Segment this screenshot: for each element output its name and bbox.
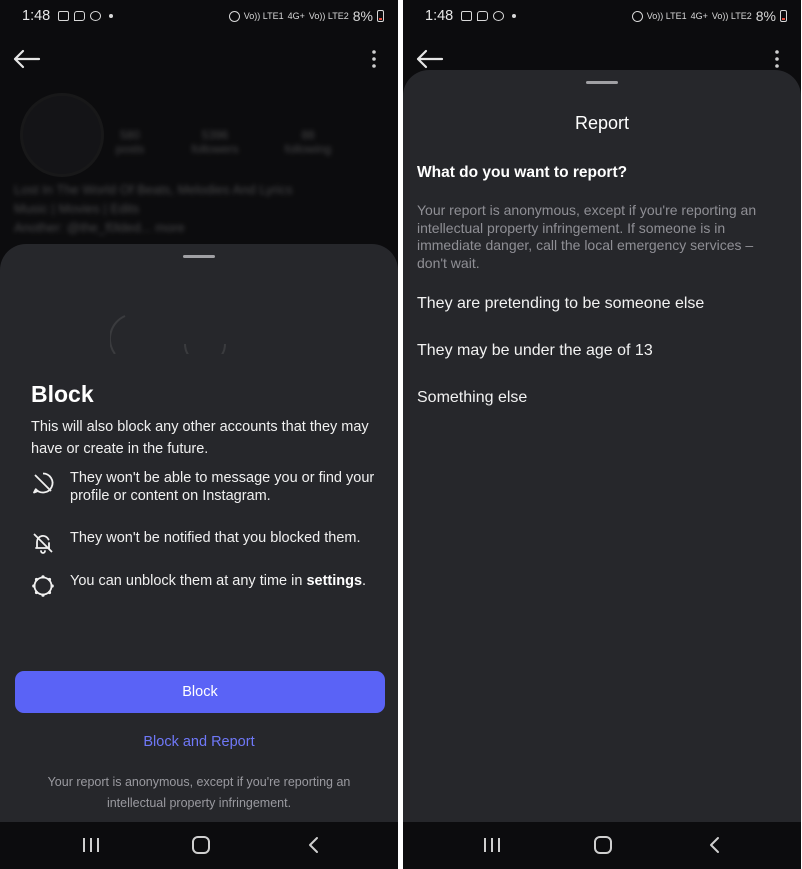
status-bar: 1:48 Vo)) LTE1 4G+ Vo)) LTE2 8% [403,0,801,32]
status-bar: 1:48 Vo)) LTE1 4G+ Vo)) LTE2 8% [0,0,398,32]
sheet-title: Report [574,113,630,133]
report-question: What do you want to report? [417,164,628,181]
bio-line: Music | Movies | Edits [14,201,140,216]
notification-off-icon [33,533,53,554]
back-chevron-icon[interactable] [303,835,325,855]
sheet-drag-handle[interactable] [183,255,215,258]
status-time: 1:48 [425,8,454,24]
sheet-title: Block [31,381,94,407]
network-4g-label: 4G+ [690,11,708,21]
message-icon [74,11,86,21]
sync-icon [493,11,505,21]
sheet-description: This will also block any other accounts … [31,419,369,457]
battery-percent: 8% [352,8,373,24]
home-icon[interactable] [190,835,212,855]
following-count: 88 [301,128,315,142]
info-text-part: You can unblock them at any time in [70,573,307,589]
network-lte2-label: Vo)) LTE2 [711,11,752,21]
system-nav-bar [403,822,801,869]
battery-icon [780,10,787,22]
gallery-icon [58,11,70,21]
info-row-unblock: You can unblock them at any time in sett… [31,572,376,598]
posts-count: 580 [119,128,141,142]
network-lte2-label: Vo)) LTE2 [308,11,349,21]
sync-icon [90,11,102,21]
recents-icon[interactable] [80,835,102,855]
report-anonymity-note: Your report is anonymous, except if you'… [417,202,757,271]
settings-link[interactable]: settings [306,573,362,589]
sheet-drag-handle[interactable] [586,81,618,84]
status-time: 1:48 [22,8,51,24]
profile-header-background: 580 posts 5396 followers 88 following Lo… [0,80,398,260]
block-and-report-link[interactable]: Block and Report [0,734,398,750]
posts-stat: 580 posts [100,128,160,156]
phone-screen-report: 1:48 Vo)) LTE1 4G+ Vo)) LTE2 8% Report W… [403,0,801,869]
loading-spinner-icon [110,315,226,354]
block-button[interactable]: Block [15,671,385,713]
back-chevron-icon[interactable] [704,835,726,855]
info-row-no-message: They won't be able to message you or fin… [31,469,376,505]
phone-screen-block: 1:48 Vo)) LTE1 4G+ Vo)) LTE2 8% 580 post… [0,0,398,869]
notification-dot-icon [512,14,517,18]
battery-percent: 8% [755,8,776,24]
followers-label: followers [191,142,239,156]
settings-gear-icon [32,575,54,597]
report-option[interactable]: Something else [417,389,527,407]
message-blocked-icon [33,472,54,494]
network-lte1-label: Vo)) LTE1 [646,11,687,21]
info-text-part: . [362,573,367,589]
info-text: They won't be notified that you blocked … [70,530,361,546]
bio-line: Another: @the_f0lded... more [14,220,185,235]
more-vertical-icon[interactable] [775,50,779,68]
avatar[interactable] [20,93,104,177]
info-row-not-notified: They won't be notified that you blocked … [31,529,376,555]
profile-bio: Lost In The World Of Beats, Melodies And… [14,180,374,237]
anonymity-footnote: Your report is anonymous, except if you'… [47,775,351,810]
home-icon[interactable] [592,835,614,855]
app-bar [0,40,398,78]
followers-stat: 5396 followers [185,128,245,156]
notification-dot-icon [109,14,114,18]
block-bottom-sheet: Block This will also block any other acc… [0,244,398,822]
more-vertical-icon[interactable] [372,50,376,68]
network-4g-label: 4G+ [287,11,305,21]
alarm-icon [228,10,240,22]
followers-count: 5396 [201,128,229,142]
system-nav-bar [0,822,398,869]
alarm-icon [631,10,643,22]
following-label: following [284,142,332,156]
gallery-icon [461,11,473,21]
report-option[interactable]: They may be under the age of 13 [417,342,653,360]
following-stat: 88 following [278,128,338,156]
arrow-left-icon[interactable] [12,48,42,70]
network-lte1-label: Vo)) LTE1 [243,11,284,21]
recents-icon[interactable] [481,835,503,855]
battery-icon [377,10,384,22]
report-option[interactable]: They are pretending to be someone else [417,295,704,313]
bio-line: Lost In The World Of Beats, Melodies And… [14,182,293,197]
posts-label: posts [115,142,145,156]
info-text: You can unblock them at any time in sett… [70,572,366,590]
message-icon [477,11,489,21]
info-text: They won't be able to message you or fin… [70,470,375,504]
report-bottom-sheet: Report What do you want to report? Your … [403,70,801,822]
arrow-left-icon[interactable] [415,48,445,70]
